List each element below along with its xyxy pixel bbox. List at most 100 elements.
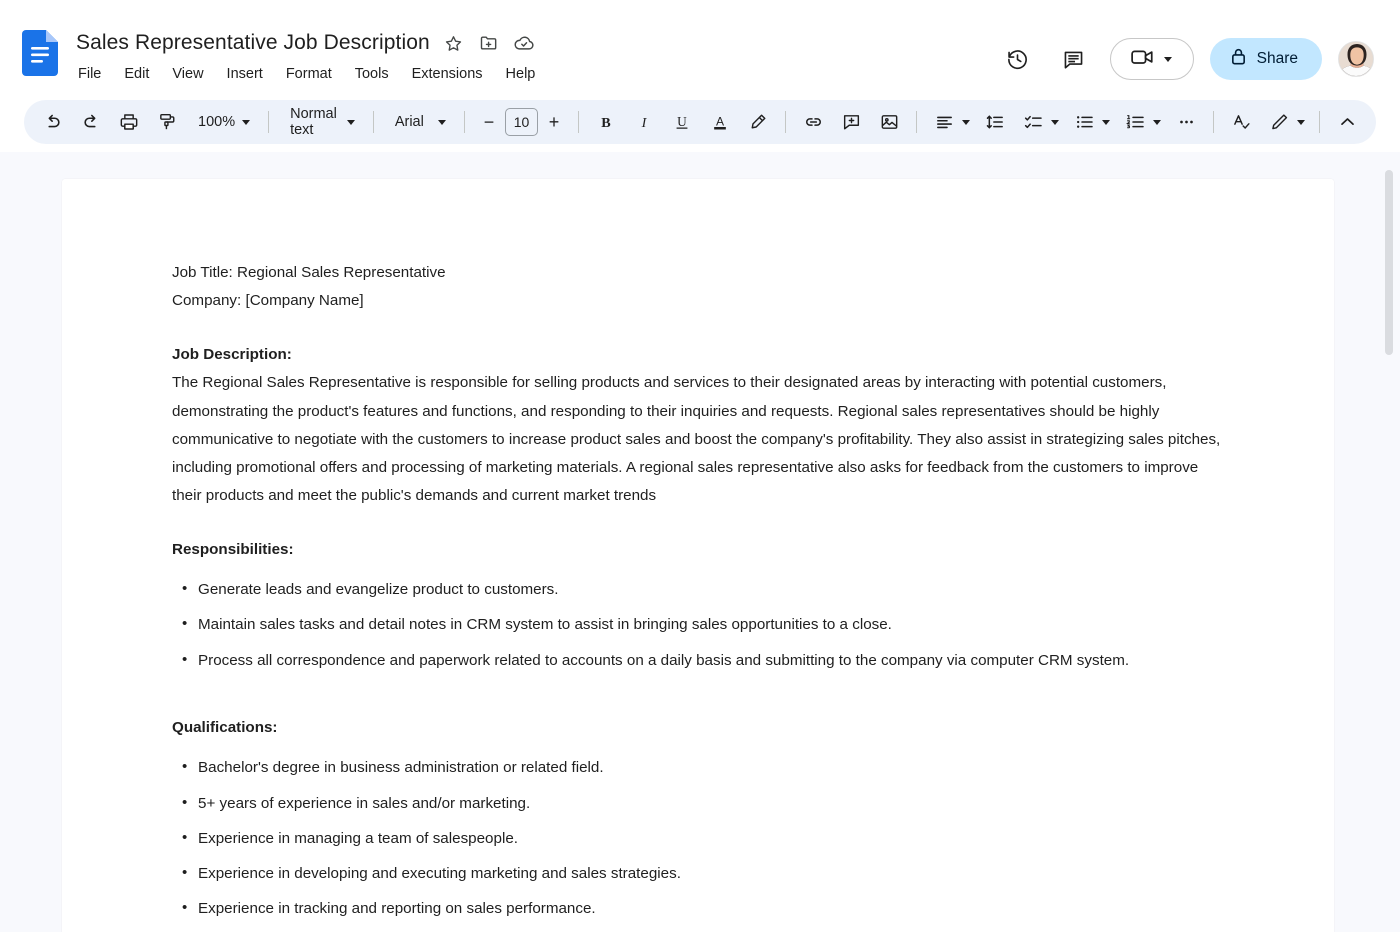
increase-font-size-button[interactable]: +	[540, 108, 568, 136]
header-center: Sales Representative Job Description Fil…	[76, 26, 998, 85]
chevron-down-icon	[346, 119, 355, 125]
share-button[interactable]: Share	[1209, 38, 1322, 80]
font-size-input[interactable]	[505, 108, 538, 136]
redo-icon[interactable]	[75, 106, 107, 138]
zoom-level-value: 100%	[198, 114, 236, 130]
meet-call-button[interactable]	[1109, 38, 1194, 80]
menu-item-format[interactable]: Format	[284, 65, 334, 83]
chevron-down-icon	[962, 119, 970, 125]
font-size-stepper: − +	[475, 108, 568, 136]
menu-item-file[interactable]: File	[76, 65, 103, 83]
move-to-folder-icon[interactable]	[478, 32, 500, 54]
qualifications-heading: Qualifications:	[172, 719, 278, 737]
list-item: Generate leads and evangelize product to…	[182, 577, 1224, 602]
toolbar-divider	[785, 111, 786, 133]
job-title-label: Job Title:	[172, 264, 233, 281]
undo-icon[interactable]	[37, 106, 69, 138]
avatar[interactable]	[1338, 41, 1374, 77]
svg-text:A: A	[716, 114, 725, 128]
hide-menus-icon[interactable]	[1331, 106, 1363, 138]
google-docs-app: Sales Representative Job Description Fil…	[0, 0, 1400, 932]
more-options-icon[interactable]	[1170, 106, 1202, 138]
list-item: Maintain sales tasks and detail notes in…	[182, 612, 1224, 637]
editing-mode-icon[interactable]	[1263, 106, 1295, 138]
bulleted-list-icon[interactable]	[1068, 106, 1100, 138]
insert-image-icon[interactable]	[873, 106, 905, 138]
video-camera-icon	[1130, 47, 1155, 72]
chevron-down-icon	[1297, 119, 1305, 125]
toolbar-divider	[372, 111, 374, 133]
toolbar-divider	[578, 111, 579, 133]
job-description-body: The Regional Sales Representative is res…	[172, 374, 1221, 504]
chevron-down-icon	[438, 119, 446, 125]
responsibilities-list: Generate leads and evangelize product to…	[172, 577, 1224, 673]
spelling-check-icon[interactable]	[1225, 106, 1257, 138]
align-icon[interactable]	[928, 106, 960, 138]
insert-link-icon[interactable]	[797, 106, 829, 138]
document-title[interactable]: Sales Representative Job Description	[76, 31, 430, 55]
comment-history-icon[interactable]	[1054, 39, 1094, 79]
align-dropdown-caret[interactable]	[959, 106, 973, 138]
vertical-scrollbar	[1385, 160, 1393, 900]
decrease-font-size-button[interactable]: −	[475, 108, 503, 136]
formatting-toolbar: 100% Normal text Arial − +	[24, 100, 1376, 144]
menu-item-tools[interactable]: Tools	[353, 65, 391, 83]
italic-icon[interactable]: I	[628, 106, 660, 138]
paragraph-style-dropdown[interactable]: Normal text	[279, 106, 363, 138]
menu-item-edit[interactable]: Edit	[122, 65, 151, 83]
company-line: Company: [Company Name]	[172, 287, 1224, 315]
job-title-value: Regional Sales Representative	[237, 264, 446, 281]
underline-icon[interactable]: U	[666, 106, 698, 138]
highlight-color-icon[interactable]	[742, 106, 774, 138]
list-item: Experience in developing and executing m…	[182, 861, 1224, 886]
toolbar-divider	[1319, 111, 1320, 133]
toolbar-divider	[268, 111, 270, 133]
title-row: Sales Representative Job Description	[76, 28, 998, 58]
menu-item-insert[interactable]: Insert	[225, 65, 265, 83]
zoom-level-dropdown[interactable]: 100%	[188, 106, 258, 138]
list-item: Experience in managing a team of salespe…	[182, 826, 1224, 851]
svg-text:B: B	[601, 115, 611, 131]
numbered-list-icon[interactable]	[1119, 106, 1151, 138]
numbered-list-dropdown-caret[interactable]	[1150, 106, 1164, 138]
menu-item-help[interactable]: Help	[504, 65, 538, 83]
scrollbar-thumb[interactable]	[1385, 170, 1393, 355]
menu-item-extensions[interactable]: Extensions	[410, 65, 485, 83]
list-item: 5+ years of experience in sales and/or m…	[182, 790, 1224, 816]
document-canvas: Job Title: Regional Sales Representative…	[0, 152, 1400, 932]
paint-format-icon[interactable]	[151, 106, 183, 138]
chevron-down-icon	[1102, 119, 1110, 125]
list-item: Bachelor's degree in business administra…	[182, 755, 1224, 780]
cloud-saved-icon[interactable]	[513, 32, 535, 54]
app-header: Sales Representative Job Description Fil…	[0, 0, 1400, 100]
line-spacing-icon[interactable]	[979, 106, 1011, 138]
toolbar-divider	[916, 111, 917, 133]
menu-item-view[interactable]: View	[170, 65, 205, 83]
font-family-value: Arial	[394, 114, 424, 130]
responsibilities-heading: Responsibilities:	[172, 541, 294, 558]
document-page[interactable]: Job Title: Regional Sales Representative…	[62, 179, 1334, 932]
star-icon[interactable]	[443, 32, 465, 54]
checklist-icon[interactable]	[1017, 106, 1049, 138]
svg-text:U: U	[677, 114, 687, 129]
lock-icon	[1230, 47, 1247, 71]
bulleted-list-dropdown-caret[interactable]	[1099, 106, 1113, 138]
checklist-dropdown-caret[interactable]	[1048, 106, 1062, 138]
add-comment-icon[interactable]	[835, 106, 867, 138]
google-docs-icon[interactable]	[22, 30, 58, 76]
version-history-icon[interactable]	[998, 39, 1038, 79]
font-family-dropdown[interactable]: Arial	[384, 106, 454, 138]
job-description-heading: Job Description:	[172, 346, 292, 364]
editing-mode-dropdown-caret[interactable]	[1294, 106, 1308, 138]
document-body[interactable]: Job Title: Regional Sales Representative…	[172, 259, 1224, 932]
header-actions: Share	[998, 38, 1378, 80]
list-item: Process all correspondence and paperwork…	[182, 648, 1224, 673]
share-button-label: Share	[1256, 50, 1298, 67]
text-color-icon[interactable]: A	[704, 106, 736, 138]
bold-icon[interactable]: B	[590, 106, 622, 138]
chevron-down-icon	[1153, 119, 1161, 125]
chevron-down-icon	[1051, 119, 1059, 125]
print-icon[interactable]	[113, 106, 145, 138]
